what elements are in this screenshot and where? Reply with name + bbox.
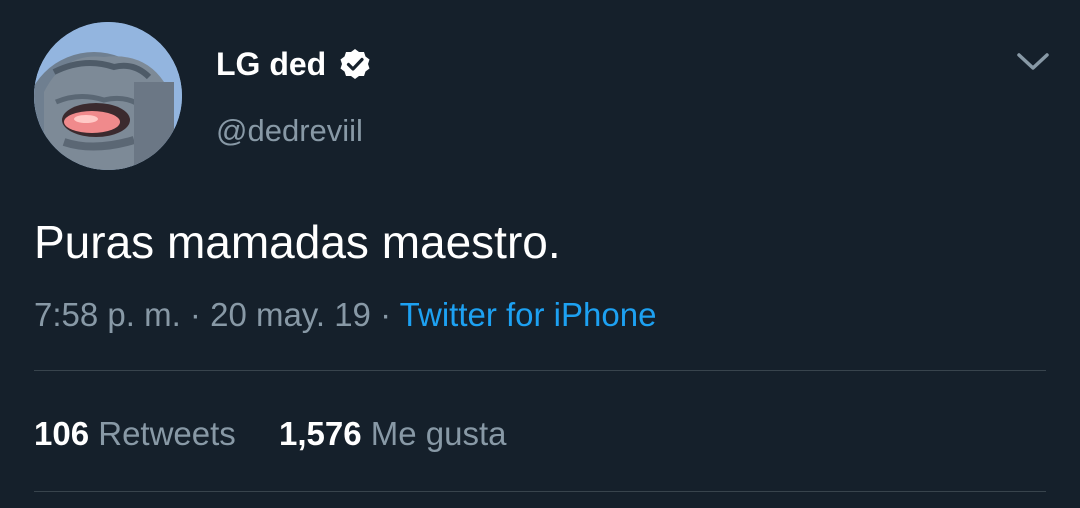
tweet-source-link[interactable]: Twitter for iPhone bbox=[400, 296, 657, 333]
likes-label: Me gusta bbox=[370, 415, 507, 452]
author-username[interactable]: @dedreviil bbox=[216, 112, 363, 150]
retweets-count: 106 bbox=[34, 415, 90, 452]
tweet-detail: LG ded @dedreviil Puras mamadas maestro.… bbox=[0, 0, 1080, 508]
avatar-image bbox=[34, 22, 182, 170]
tweet-menu-button[interactable] bbox=[1010, 42, 1056, 82]
verified-badge-icon bbox=[338, 47, 372, 81]
meta-separator: · bbox=[189, 296, 201, 333]
tweet-date[interactable]: 20 may. 19 bbox=[210, 296, 371, 333]
author-display-name-row[interactable]: LG ded bbox=[216, 44, 372, 84]
tweet-time[interactable]: 7:58 p. m. bbox=[34, 296, 181, 333]
tweet-stats: 106 Retweets 1,576 Me gusta bbox=[34, 413, 540, 455]
divider bbox=[34, 491, 1046, 492]
tweet-meta: 7:58 p. m. · 20 may. 19 · Twitter for iP… bbox=[34, 294, 656, 336]
tweet-text: Puras mamadas maestro. bbox=[34, 216, 561, 268]
divider bbox=[34, 370, 1046, 371]
avatar[interactable] bbox=[34, 22, 182, 170]
meta-separator: · bbox=[380, 296, 392, 333]
likes-count: 1,576 bbox=[278, 415, 362, 452]
author-display-name[interactable]: LG ded bbox=[216, 44, 326, 84]
likes-stat[interactable]: 1,576 Me gusta bbox=[279, 415, 507, 452]
retweets-label: Retweets bbox=[98, 415, 236, 452]
chevron-down-icon bbox=[1017, 53, 1049, 70]
retweets-stat[interactable]: 106 Retweets bbox=[34, 415, 245, 452]
